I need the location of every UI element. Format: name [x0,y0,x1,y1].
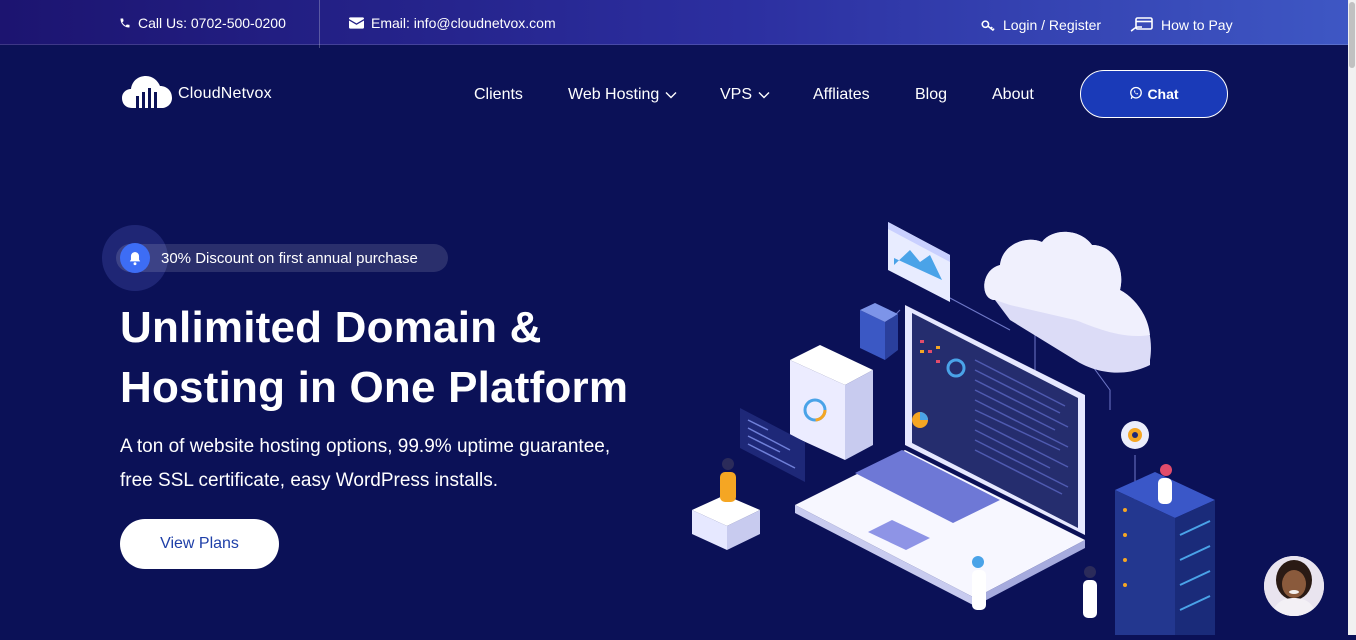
bell-icon [120,243,150,273]
brand-name: CloudNetvox [178,84,272,102]
email-text: Email: info@cloudnetvox.com [371,15,556,31]
view-plans-button[interactable]: View Plans [120,519,279,569]
support-avatar[interactable] [1264,556,1324,616]
phone-contact[interactable]: Call Us: 0702-500-0200 [119,15,286,31]
nav-label: Web Hosting [568,86,660,103]
email-contact[interactable]: Email: info@cloudnetvox.com [349,15,556,31]
nav-label: VPS [720,86,753,103]
cloud-logo-icon [122,74,174,113]
hosting-illustration-icon [692,222,1215,635]
payment-card-icon [1130,17,1154,33]
support-agent-avatar-icon [1264,556,1324,616]
brand-logo[interactable]: CloudNetvox [122,74,272,113]
how-to-pay-link[interactable]: How to Pay [1130,17,1233,33]
hero-subtitle-line1: A ton of website hosting options, 99.9% … [120,436,611,457]
hero-subtitle: A ton of website hosting options, 99.9% … [120,430,660,498]
nav-item-affliates[interactable]: Affliates [813,86,870,104]
scrollbar-thumb[interactable] [1349,2,1355,68]
key-icon [981,19,996,32]
chat-button[interactable]: Chat [1080,70,1228,118]
login-text: Login / Register [1003,17,1102,33]
login-register-link[interactable]: Login / Register [981,17,1101,33]
nav-item-clients[interactable]: Clients [474,86,523,104]
nav-item-about[interactable]: About [992,86,1034,104]
page-scrollbar[interactable] [1348,0,1356,635]
nav-label: Clients [474,86,523,103]
badge-text: 30% Discount on first annual purchase [161,250,418,267]
chevron-down-icon [758,86,770,104]
phone-text: Call Us: 0702-500-0200 [138,15,286,31]
hero-illustration [680,210,1240,640]
nav-item-vps[interactable]: VPS [720,86,770,104]
view-plans-label: View Plans [160,535,239,552]
nav-label: Affliates [813,86,870,103]
chat-label: Chat [1147,86,1179,102]
how-to-pay-text: How to Pay [1161,17,1233,33]
nav-item-blog[interactable]: Blog [915,86,947,104]
top-divider [319,0,320,48]
nav-label: About [992,86,1034,103]
chevron-down-icon [665,86,677,104]
hero-title-line1: Unlimited Domain & [120,303,542,352]
envelope-icon [349,17,364,29]
hero-subtitle-line2: free SSL certificate, easy WordPress ins… [120,470,499,491]
phone-icon [119,17,131,29]
top-info-bar: Call Us: 0702-500-0200 Email: info@cloud… [0,0,1348,48]
nav-label: Blog [915,86,948,103]
whatsapp-icon [1129,86,1143,103]
nav-item-web-hosting[interactable]: Web Hosting [568,86,677,104]
hero-title-line2: Hosting in One Platform [120,363,629,412]
hero-title: Unlimited Domain & Hosting in One Platfo… [120,298,680,418]
